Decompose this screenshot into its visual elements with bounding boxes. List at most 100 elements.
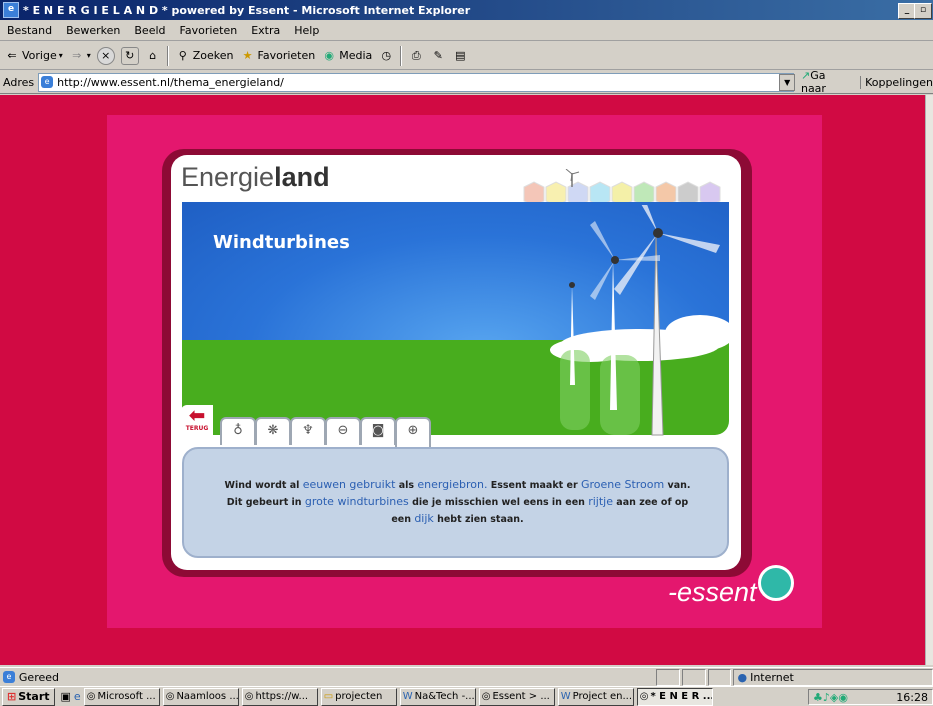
topic-tabs: ♁ ❋ ♆ ⊖ ◙ ⊕ [220,417,431,447]
address-bar: Adres e http://www.essent.nl/thema_energ… [0,69,933,95]
link-energiebron[interactable]: energiebron. [417,478,487,491]
link-rijtje[interactable]: rijtje [588,495,613,508]
menu-favorieten[interactable]: Favorieten [173,24,245,37]
vertical-scrollbar[interactable] [925,95,933,665]
quick-launch-desktop-icon[interactable]: ▣ [61,690,71,703]
scene-title: Windturbines [213,232,350,253]
task-2[interactable]: ◎ Naamloos ... [162,687,239,706]
essent-logo-icon [758,565,794,601]
task-7[interactable]: W Project en... [557,687,634,706]
tab-globe[interactable]: ⊕ [395,417,431,447]
status-cell-2 [681,668,706,686]
start-button[interactable]: ⊞ Start [2,687,55,706]
maximize-button[interactable]: ▫ [914,3,932,19]
menu-bar: Bestand Bewerken Beeld Favorieten Extra … [0,20,933,41]
forward-button[interactable]: ⇒ ▾ [69,48,91,64]
tray-icons[interactable]: ♣♪◈◉ [813,691,848,704]
wind-turbines-illustration [550,205,730,436]
body-text: Wind wordt al eeuwen gebruikt als energi… [224,478,691,525]
task-6[interactable]: ◎ Essent > ... [478,687,555,706]
ie-icon: ◎ [244,691,254,702]
page-content: Energieland Windturbines ⬅ TERUG ♁ ❋ ♆ ⊖… [0,95,925,665]
cube-icons [523,169,721,207]
back-arrow-icon: ⬅ [188,403,206,427]
status-text: Gereed [18,670,59,684]
word-icon: W [560,691,571,702]
menu-extra[interactable]: Extra [244,24,287,37]
search-button[interactable]: ⚲ Zoeken [175,48,234,64]
task-8[interactable]: ◎ * E N E R ... [636,687,713,706]
home-icon[interactable]: ⌂ [145,48,161,64]
back-button[interactable]: ⇐ Vorige ▾ [4,48,62,64]
print-icon[interactable]: ⎙ [408,48,424,64]
page-status-icon: e [3,671,15,683]
link-eeuwen-gebruikt[interactable]: eeuwen gebruikt [303,478,396,491]
tab-bulb[interactable]: ♆ [290,417,326,445]
address-label: Adres [3,75,35,89]
tab-gear[interactable]: ❋ [255,417,291,445]
link-dijk[interactable]: dijk [414,512,433,525]
tab-camera[interactable]: ◙ [360,417,396,445]
task-1[interactable]: ◎ Microsoft ... [83,687,160,706]
edit-icon[interactable]: ✎ [430,48,446,64]
quick-launch-ie-icon[interactable]: e [74,690,81,703]
lamp-icon: ♁ [233,423,243,438]
menu-bestand[interactable]: Bestand [0,24,59,37]
task-4[interactable]: ▭ projecten [320,687,397,706]
task-5[interactable]: W Na&Tech -... [399,687,476,706]
word-icon: W [402,691,413,702]
favorites-button[interactable]: ★ Favorieten [240,48,316,64]
address-dropdown[interactable]: ▼ [779,73,795,91]
globe-icon: ⊕ [407,423,419,438]
window-title: * E N E R G I E L A N D * powered by Ess… [23,3,471,17]
refresh-icon[interactable]: ↻ [120,46,139,65]
go-button[interactable]: ↗Ga naar [801,69,852,95]
task-3[interactable]: ◎ https://w... [241,687,318,706]
bulb-icon: ♆ [302,423,314,438]
media-button[interactable]: ◉ Media [321,48,372,64]
ie-icon: ◎ [639,691,649,702]
essent-brand: -essent [668,577,757,607]
ie-icon: ◎ [481,691,491,702]
globe-icon: ● [737,670,748,684]
page-icon: e [41,76,54,88]
clock: 16:28 [896,690,928,704]
toolbar-separator-2 [400,45,403,66]
back-arrow-icon: ⇐ [7,48,17,62]
links-button[interactable]: Koppelingen [860,75,933,89]
link-grote-windturbines[interactable]: grote windturbines [305,495,409,508]
address-input[interactable]: e http://www.essent.nl/thema_energieland… [38,72,795,92]
link-groene-stroom[interactable]: Groene Stroom [581,478,664,491]
history-icon[interactable]: ◷ [378,48,394,64]
taskbar: ⊞ Start ▣ e ◎ Microsoft ... ◎ Naamloos ... … [0,686,933,706]
forward-arrow-icon: ⇒ [72,48,82,62]
discuss-icon[interactable]: ▤ [452,48,468,64]
media-icon: ◉ [324,48,335,62]
back-label: TERUG [185,425,209,432]
toolbar-separator [166,45,169,66]
menu-beeld[interactable]: Beeld [127,24,172,37]
ie-icon: e [3,2,19,18]
energieland-logo: Energieland [181,162,330,192]
menu-help[interactable]: Help [287,24,326,37]
go-icon: ↗ [800,69,811,82]
search-icon: ⚲ [178,48,187,62]
title-bar: e * E N E R G I E L A N D * powered by E… [0,0,933,20]
address-url: http://www.essent.nl/thema_energieland/ [57,75,284,89]
system-tray: ♣♪◈◉ 16:28 [808,689,933,705]
tab-lamp[interactable]: ♁ [220,417,256,445]
status-cell-3 [707,668,732,686]
gear-icon: ❋ [267,423,279,438]
status-bar: e Gereed ● Internet [0,667,933,686]
menu-bewerken[interactable]: Bewerken [59,24,127,37]
zone-cell: ● Internet [733,668,933,686]
tab-plug[interactable]: ⊖ [325,417,361,445]
folder-icon: ▭ [323,691,334,702]
windows-logo-icon: ⊞ [7,690,17,703]
ie-icon: ◎ [86,691,96,702]
back-tab[interactable]: ⬅ TERUG [181,405,213,441]
ie-icon: ◎ [165,691,175,702]
stop-icon[interactable]: × [96,46,115,65]
camera-icon: ◙ [371,423,385,438]
toolbar: ⇐ Vorige ▾ ⇒ ▾ × ↻ ⌂ ⚲ Zoeken ★ Favorieten ◉ M… [0,42,933,70]
